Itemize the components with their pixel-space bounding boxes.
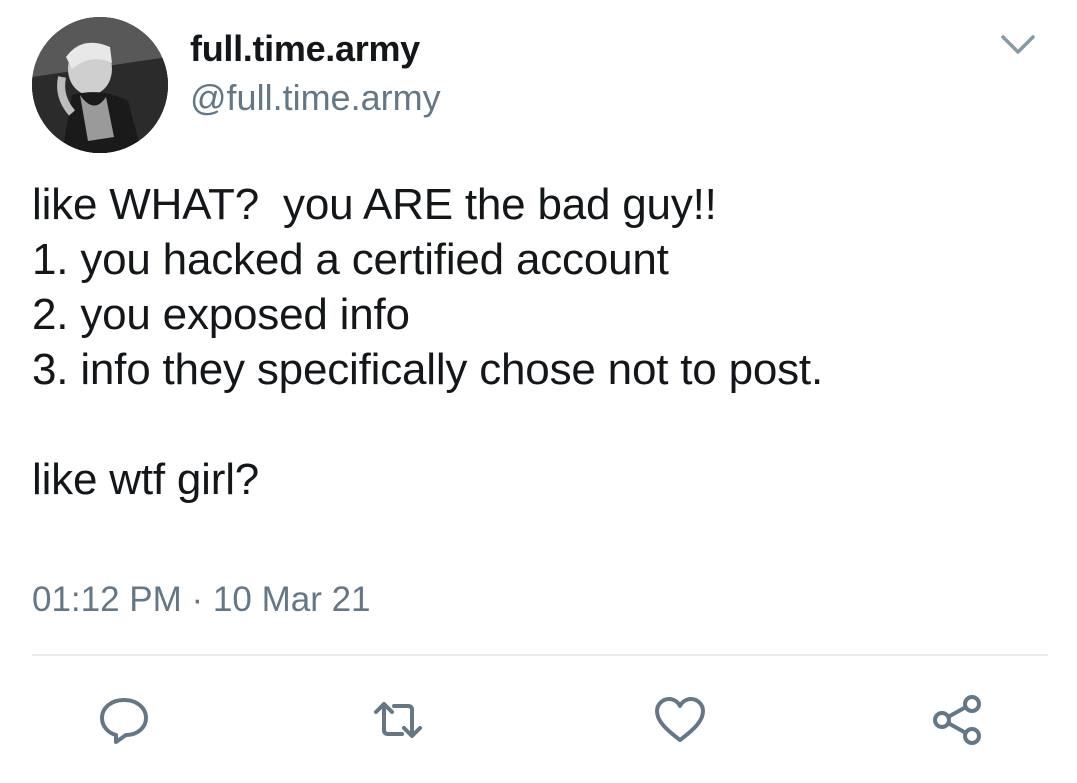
share-button[interactable] — [930, 692, 986, 748]
tweet-timestamp[interactable]: 01:12 PM · 10 Mar 21 — [32, 580, 371, 620]
chevron-down-icon[interactable] — [1000, 32, 1036, 58]
profile-photo-icon — [32, 17, 168, 153]
avatar[interactable] — [32, 17, 168, 153]
reply-button[interactable] — [96, 692, 152, 748]
retweet-icon — [374, 702, 422, 738]
share-icon — [933, 695, 981, 745]
like-button[interactable] — [652, 692, 708, 748]
display-name[interactable]: full.time.army — [190, 28, 420, 70]
heart-icon — [655, 697, 705, 742]
tweet-card: full.time.army @full.time.army like WHAT… — [0, 0, 1077, 783]
retweet-button[interactable] — [370, 692, 426, 748]
tweet-text: like WHAT? you ARE the bad guy!! 1. you … — [32, 180, 823, 504]
user-handle[interactable]: @full.time.army — [190, 77, 441, 119]
divider — [32, 654, 1048, 656]
reply-icon — [100, 698, 148, 744]
